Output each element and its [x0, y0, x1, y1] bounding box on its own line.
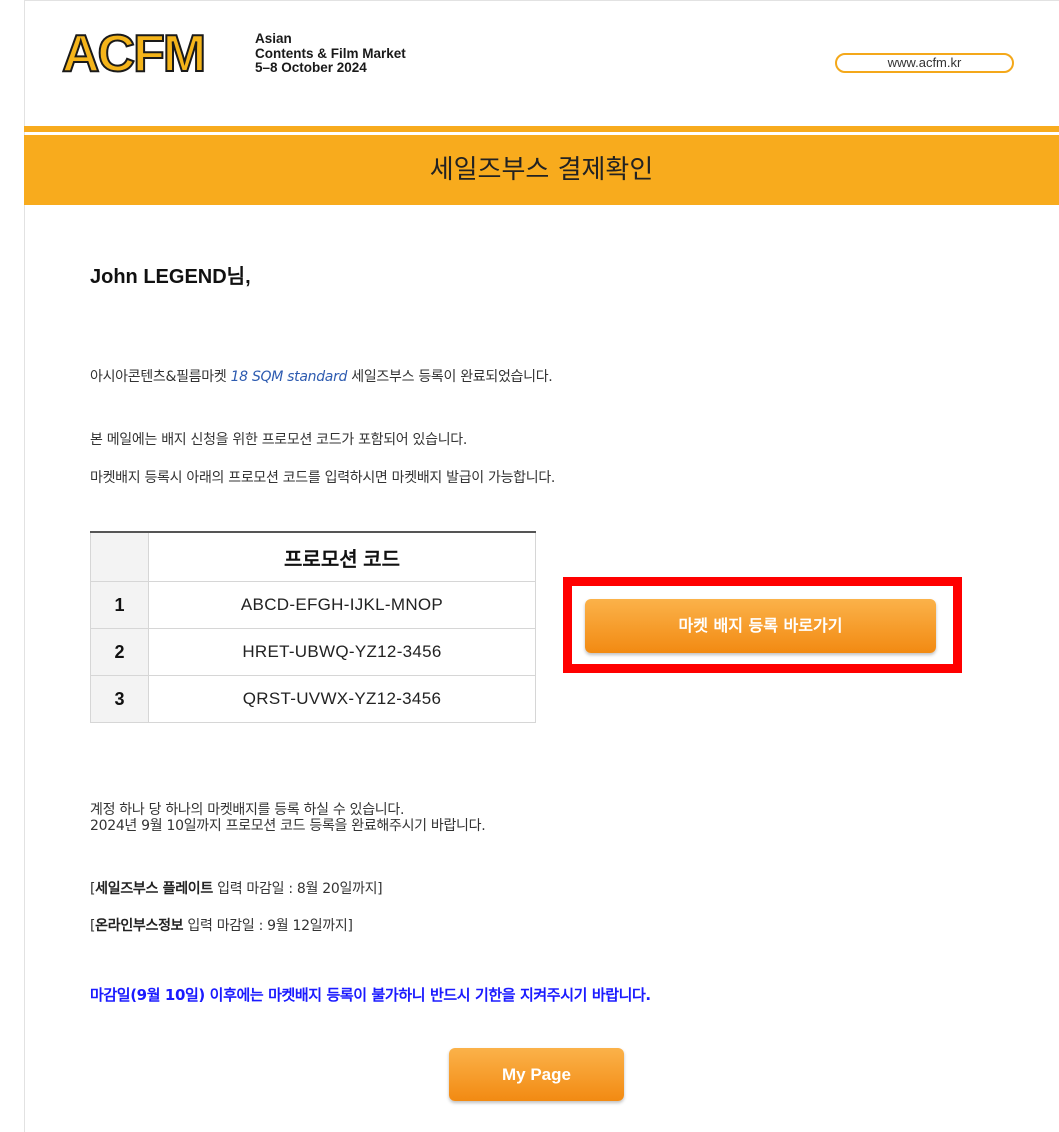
- table-header-row: 프로모션 코드: [90, 531, 536, 582]
- promo-notice-line-1: 본 메일에는 배지 신청을 위한 프로모션 코드가 포함되어 있습니다.: [90, 432, 468, 448]
- market-badge-register-button[interactable]: 마켓 배지 등록 바로가기: [585, 599, 936, 653]
- logo-text: Asian Contents & Film Market 5–8 October…: [255, 31, 406, 76]
- promo-code: HRET-UBWQ-YZ12-3456: [148, 628, 536, 676]
- title-band-line: [24, 126, 1059, 132]
- registration-text-after: 세일즈부스 등록이 완료되었습니다.: [347, 369, 553, 385]
- logo-line-3: 5–8 October 2024: [255, 60, 367, 75]
- plate-deadline: [세일즈부스 플레이트 입력 마감일 : 8월 20일까지]: [90, 879, 383, 899]
- my-page-button[interactable]: My Page: [449, 1048, 624, 1101]
- table-row: 2 HRET-UBWQ-YZ12-3456: [90, 628, 536, 676]
- logo-line-1: Asian: [255, 31, 292, 46]
- table-header-num: [90, 531, 149, 582]
- email-top-border: [24, 0, 1059, 1]
- greeting: John LEGEND님,: [90, 266, 251, 288]
- website-link[interactable]: www.acfm.kr: [835, 53, 1014, 73]
- row-number: 1: [90, 581, 149, 629]
- row-number: 3: [90, 675, 149, 723]
- promo-code: QRST-UVWX-YZ12-3456: [148, 675, 536, 723]
- row-number: 2: [90, 628, 149, 676]
- plate-label: 세일즈부스 플레이트: [95, 881, 213, 897]
- plate-deadline-text: 입력 마감일 : 8월 20일까지]: [212, 881, 383, 897]
- table-header-code: 프로모션 코드: [148, 531, 536, 582]
- deadline-warning: 마감일(9월 10일) 이후에는 마켓배지 등록이 불가하니 반드시 기한을 지…: [90, 986, 651, 1004]
- registration-message: 아시아콘텐츠&필름마켓 18 SQM standard 세일즈부스 등록이 완료…: [90, 367, 553, 387]
- account-note-line-2: 2024년 9월 10일까지 프로모션 코드 등록을 완료해주시기 바랍니다.: [90, 818, 486, 834]
- promo-notice-line-2: 마켓배지 등록시 아래의 프로모션 코드를 입력하시면 마켓배지 발급이 가능합…: [90, 470, 556, 486]
- online-booth-deadline: [온라인부스정보 입력 마감일 : 9월 12일까지]: [90, 916, 353, 936]
- online-booth-label: 온라인부스정보: [95, 918, 184, 934]
- booth-type: 18 SQM standard: [230, 369, 348, 385]
- promo-code-table: 프로모션 코드 1 ABCD-EFGH-IJKL-MNOP 2 HRET-UBW…: [90, 531, 536, 723]
- online-booth-deadline-text: 입력 마감일 : 9월 12일까지]: [183, 918, 353, 934]
- registration-text-before: 아시아콘텐츠&필름마켓: [90, 369, 231, 385]
- logo-line-2: Contents & Film Market: [255, 45, 406, 61]
- logo-mark: ACFM: [61, 25, 207, 83]
- table-row: 3 QRST-UVWX-YZ12-3456: [90, 675, 536, 723]
- promo-code: ABCD-EFGH-IJKL-MNOP: [148, 581, 536, 629]
- table-row: 1 ABCD-EFGH-IJKL-MNOP: [90, 581, 536, 629]
- page-title: 세일즈부스 결제확인: [24, 135, 1059, 205]
